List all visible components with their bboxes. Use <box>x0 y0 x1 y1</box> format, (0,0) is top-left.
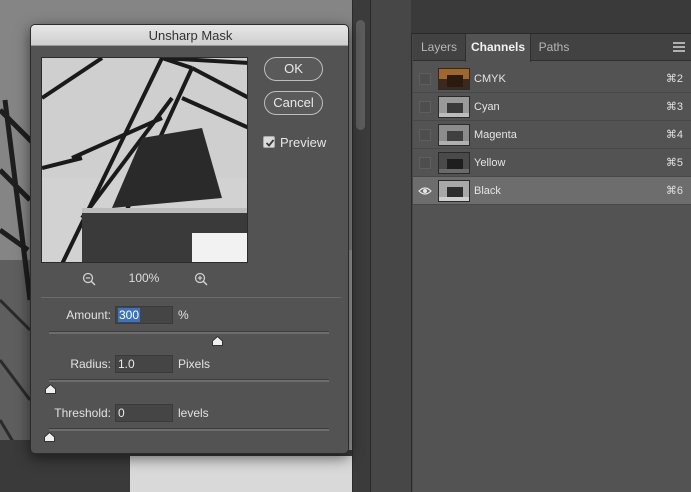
dock-header <box>411 0 691 34</box>
channel-row-black[interactable]: Black ⌘6 <box>413 177 691 205</box>
channel-row-cyan[interactable]: Cyan ⌘3 <box>413 93 691 121</box>
visibility-toggle[interactable] <box>419 101 431 113</box>
radius-label: Radius: <box>70 357 111 371</box>
amount-slider-track[interactable] <box>49 331 329 334</box>
channel-shortcut: ⌘3 <box>665 101 683 113</box>
radius-unit: Pixels <box>178 357 211 371</box>
ok-button[interactable]: OK <box>264 57 323 81</box>
radius-slider-track[interactable] <box>49 379 329 382</box>
dock-divider <box>370 0 371 492</box>
channels-panel: Layers Channels Paths CMYK ⌘2 Cyan ⌘3 Ma… <box>413 34 691 492</box>
channel-name: CMYK <box>474 73 506 85</box>
channel-thumbnail <box>438 68 470 90</box>
radius-field[interactable]: 1.0 <box>115 355 173 373</box>
amount-field[interactable]: 300 <box>115 306 173 324</box>
channel-row-magenta[interactable]: Magenta ⌘4 <box>413 121 691 149</box>
visibility-toggle[interactable] <box>419 157 431 169</box>
zoom-in-icon[interactable] <box>194 272 208 286</box>
eye-icon[interactable] <box>418 186 432 196</box>
tab-paths[interactable]: Paths <box>531 34 577 61</box>
channel-row-cmyk[interactable]: CMYK ⌘2 <box>413 65 691 93</box>
panel-tabs: Layers Channels Paths <box>413 34 691 62</box>
channel-name: Black <box>474 185 501 197</box>
channel-thumbnail <box>438 96 470 118</box>
cancel-button[interactable]: Cancel <box>264 91 323 115</box>
panel-menu-icon[interactable] <box>673 42 685 52</box>
radius-slider-handle[interactable] <box>44 384 56 394</box>
channel-shortcut: ⌘6 <box>665 185 683 197</box>
amount-label: Amount: <box>66 308 111 322</box>
visibility-toggle[interactable] <box>419 73 431 85</box>
tab-layers[interactable]: Layers <box>413 34 465 61</box>
preview-image <box>42 58 247 262</box>
threshold-field[interactable]: 0 <box>115 404 173 422</box>
channel-thumbnail <box>438 152 470 174</box>
threshold-unit: levels <box>178 406 209 420</box>
channel-name: Yellow <box>474 157 506 169</box>
filter-preview[interactable] <box>41 57 248 263</box>
amount-value: 300 <box>118 308 141 322</box>
channel-name: Magenta <box>474 129 517 141</box>
amount-slider-handle[interactable] <box>211 336 223 346</box>
preview-label: Preview <box>280 135 327 150</box>
canvas-scrollbar-thumb[interactable] <box>356 20 365 130</box>
unsharp-mask-dialog: Unsharp Mask OK Cancel Preview 100% Amou… <box>30 24 349 454</box>
separator <box>41 297 341 298</box>
zoom-level: 100% <box>128 271 160 285</box>
tab-channels[interactable]: Channels <box>465 34 531 62</box>
channel-thumbnail <box>438 124 470 146</box>
amount-unit: % <box>178 308 189 322</box>
preview-checkbox[interactable] <box>263 136 275 148</box>
channel-shortcut: ⌘4 <box>665 129 683 141</box>
channel-shortcut: ⌘5 <box>665 157 683 169</box>
channel-shortcut: ⌘2 <box>665 73 683 85</box>
visibility-toggle[interactable] <box>419 129 431 141</box>
threshold-label: Threshold: <box>54 406 111 420</box>
channel-thumbnail <box>438 180 470 202</box>
zoom-out-icon[interactable] <box>82 272 96 286</box>
threshold-slider-handle[interactable] <box>43 432 55 442</box>
dialog-title[interactable]: Unsharp Mask <box>31 25 348 46</box>
checkmark-icon <box>265 139 275 147</box>
channel-row-yellow[interactable]: Yellow ⌘5 <box>413 149 691 177</box>
channel-name: Cyan <box>474 101 500 113</box>
threshold-slider-track[interactable] <box>49 428 329 431</box>
dock-divider-2 <box>411 0 412 492</box>
